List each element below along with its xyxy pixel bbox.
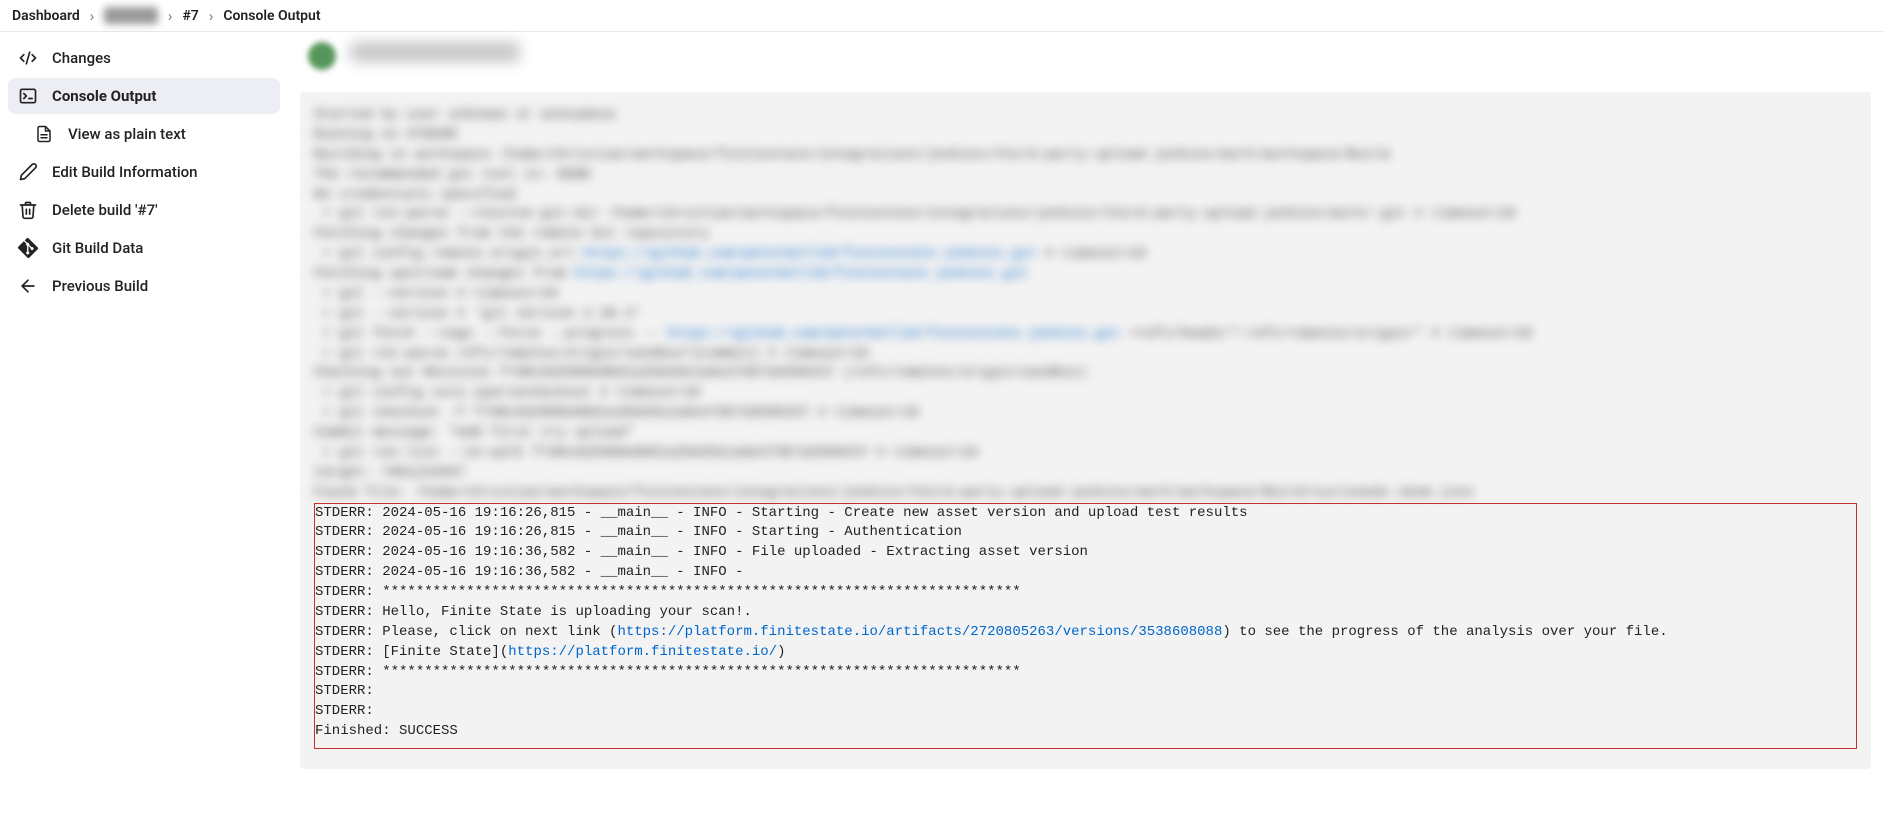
log-line-prefix: STDERR: [Finite State]( <box>315 644 508 660</box>
log-line: STDERR: ********************************… <box>315 584 1021 600</box>
log-line-suffix: ) to see the progress of the analysis ov… <box>1222 624 1667 640</box>
log-line-prefix: STDERR: Please, click on next link ( <box>315 624 617 640</box>
log-line: STDERR: 2024-05-16 19:16:36,582 - __main… <box>315 564 743 580</box>
log-line-suffix: ) <box>777 644 785 660</box>
sidebar-item-label: Changes <box>52 49 111 67</box>
artifact-link[interactable]: https://platform.finitestate.io/artifact… <box>617 624 1222 640</box>
breadcrumb-dashboard[interactable]: Dashboard <box>12 8 80 24</box>
document-icon <box>34 124 54 144</box>
console-log-highlighted: STDERR: 2024-05-16 19:16:26,815 - __main… <box>314 503 1857 750</box>
sidebar-item-delete-build[interactable]: Delete build '#7' <box>8 192 280 228</box>
console-output: Started by user unknown or anonymous Run… <box>300 92 1871 769</box>
console-log-redacted: Started by user unknown or anonymous Run… <box>314 106 1857 504</box>
sidebar-item-changes[interactable]: Changes <box>8 40 280 76</box>
sidebar-item-label: Previous Build <box>52 277 148 295</box>
sidebar-item-label: Delete build '#7' <box>52 201 158 219</box>
build-status-icon <box>308 42 336 70</box>
sidebar-item-console-output[interactable]: Console Output <box>8 78 280 114</box>
breadcrumb-build[interactable]: #7 <box>182 8 198 24</box>
log-line-finished: Finished: SUCCESS <box>315 723 458 739</box>
terminal-icon <box>18 86 38 106</box>
arrow-left-icon <box>18 276 38 296</box>
trash-icon <box>18 200 38 220</box>
chevron-right-icon: › <box>90 7 95 25</box>
breadcrumb: Dashboard › █████ › #7 › Console Output <box>12 7 321 25</box>
chevron-right-icon: › <box>168 7 173 25</box>
breadcrumb-project[interactable]: █████ <box>104 7 158 24</box>
pencil-icon <box>18 162 38 182</box>
sidebar-item-label: View as plain text <box>68 125 186 143</box>
sidebar-item-label: Git Build Data <box>52 239 143 257</box>
breadcrumb-bar: Dashboard › █████ › #7 › Console Output <box>0 0 1883 32</box>
log-line: STDERR: ********************************… <box>315 664 1021 680</box>
log-line: STDERR: <box>315 683 374 699</box>
sidebar-item-view-plain-text[interactable]: View as plain text <box>8 116 280 152</box>
log-line: STDERR: 2024-05-16 19:16:26,815 - __main… <box>315 505 1248 521</box>
sidebar-item-previous-build[interactable]: Previous Build <box>8 268 280 304</box>
git-icon <box>18 238 38 258</box>
sidebar-item-label: Edit Build Information <box>52 163 198 181</box>
log-line: STDERR: <box>315 703 374 719</box>
main-content: Started by user unknown or anonymous Run… <box>288 32 1883 809</box>
sidebar-item-git-build-data[interactable]: Git Build Data <box>8 230 280 266</box>
log-line: STDERR: 2024-05-16 19:16:26,815 - __main… <box>315 524 962 540</box>
log-line: STDERR: Hello, Finite State is uploading… <box>315 604 752 620</box>
sidebar-item-edit-build-info[interactable]: Edit Build Information <box>8 154 280 190</box>
platform-link[interactable]: https://platform.finitestate.io/ <box>508 644 777 660</box>
sidebar-item-label: Console Output <box>52 87 156 105</box>
breadcrumb-console[interactable]: Console Output <box>223 8 320 24</box>
log-line: STDERR: 2024-05-16 19:16:36,582 - __main… <box>315 544 1088 560</box>
chevron-right-icon: › <box>209 7 214 25</box>
sidebar: Changes Console Output View as plain tex… <box>0 32 288 314</box>
code-icon <box>18 48 38 68</box>
build-title-redacted <box>350 42 520 62</box>
build-header <box>300 42 1871 92</box>
